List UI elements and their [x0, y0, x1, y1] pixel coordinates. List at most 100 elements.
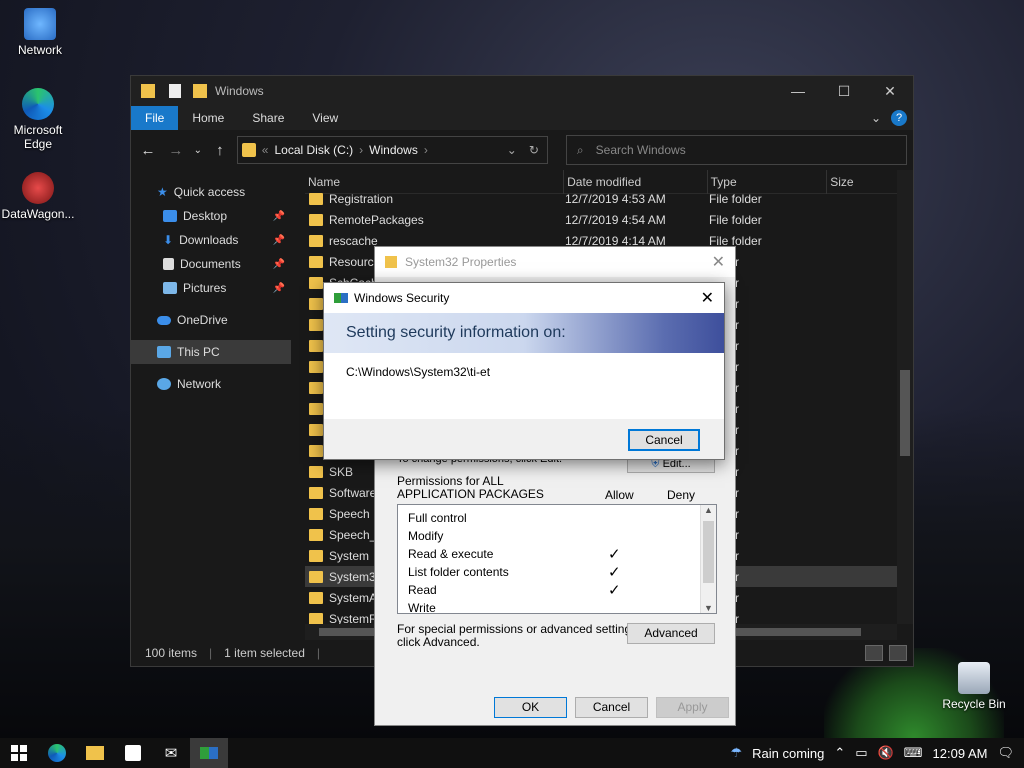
apply-button[interactable]: Apply — [656, 697, 729, 718]
taskbar-edge[interactable] — [38, 738, 76, 768]
breadcrumb-root[interactable]: Local Disk (C:) — [274, 143, 353, 157]
nav-item-network[interactable]: Network — [131, 372, 291, 396]
permission-row: Full control — [398, 509, 716, 527]
close-icon[interactable]: ✕ — [701, 288, 714, 308]
address-dropdown-icon[interactable]: ⌄ — [507, 143, 517, 157]
folder-icon — [309, 444, 323, 457]
back-button[interactable]: ← — [137, 142, 159, 159]
minimize-button[interactable]: — — [775, 76, 821, 106]
desktop-icon-datawagon[interactable]: DataWagon... — [0, 172, 76, 221]
column-date-modified[interactable]: Date modified — [564, 169, 708, 194]
item-count: 100 items — [145, 646, 198, 660]
recycle-bin-icon — [958, 662, 990, 694]
desktop-icon-edge[interactable]: Microsoft Edge — [0, 88, 76, 151]
permissions-scrollbar[interactable]: ▲ ▼ — [700, 505, 716, 613]
tab-share[interactable]: Share — [238, 106, 298, 130]
allow-check-icon: ✓ — [608, 546, 621, 563]
new-folder-icon[interactable] — [193, 84, 207, 98]
help-icon[interactable]: ? — [891, 110, 907, 126]
tab-view[interactable]: View — [298, 106, 352, 130]
navigation-bar: ← → ⌄ ↑ « Local Disk (C:) › Windows › ⌄ … — [131, 130, 913, 170]
pin-icon: 📌 — [272, 234, 285, 246]
nav-item-quick-access[interactable]: ★ Quick access — [131, 180, 291, 204]
details-view-button[interactable] — [865, 645, 883, 661]
security-titlebar[interactable]: Windows Security ✕ — [324, 283, 724, 313]
taskbar-mail[interactable]: ✉ — [152, 738, 190, 768]
column-name[interactable]: Name — [305, 169, 565, 194]
desktop-icon-network[interactable]: Network — [2, 8, 78, 57]
target-path: C:\Windows\System32\ti-et — [346, 365, 491, 379]
dialog-title: System32 Properties — [405, 255, 517, 269]
file-row[interactable]: RemotePackages 12/7/2019 4:54 AM File fold… — [305, 209, 897, 230]
security-app-icon — [200, 747, 218, 759]
taskbar-store[interactable] — [114, 738, 152, 768]
security-banner: Setting security information on: — [324, 313, 724, 353]
ok-button[interactable]: OK — [494, 697, 567, 718]
network-status-icon[interactable]: ▭ — [855, 745, 867, 761]
folder-icon — [309, 360, 323, 373]
recent-locations-button[interactable]: ⌄ — [193, 145, 203, 156]
desktop-icon — [163, 210, 177, 222]
chevron-up-icon[interactable]: ⌃ — [834, 745, 845, 761]
cancel-button[interactable]: Cancel — [575, 697, 648, 718]
folder-icon — [385, 256, 397, 268]
large-icons-view-button[interactable] — [889, 645, 907, 661]
breadcrumb-current[interactable]: Windows — [369, 143, 418, 157]
allow-check-icon: ✓ — [608, 582, 621, 599]
expand-ribbon-icon[interactable]: ⌄ — [871, 111, 881, 125]
keyboard-icon[interactable]: ⌨ — [904, 745, 923, 761]
column-size[interactable]: Size — [827, 170, 897, 194]
notification-icon[interactable]: 🗨 — [997, 745, 1014, 761]
clock[interactable]: 12:09 AM — [933, 746, 988, 761]
nav-item-downloads[interactable]: ⬇ Downloads 📌 — [131, 228, 291, 252]
nav-item-this-pc[interactable]: This PC — [131, 340, 291, 364]
security-body: C:\Windows\System32\ti-et — [324, 353, 724, 419]
permission-row: Modify — [398, 527, 716, 545]
taskbar-file-explorer[interactable] — [76, 738, 114, 768]
tab-file[interactable]: File — [131, 106, 179, 130]
desktop-icon-recycle-bin[interactable]: Recycle Bin — [936, 662, 1012, 711]
maximize-button[interactable]: ☐ — [821, 76, 867, 106]
advanced-button[interactable]: Advanced — [627, 623, 715, 644]
refresh-icon[interactable]: ↻ — [529, 143, 539, 157]
properties-icon[interactable] — [169, 84, 181, 98]
pin-icon: 📌 — [272, 282, 285, 294]
tab-home[interactable]: Home — [178, 106, 238, 130]
nav-item-documents[interactable]: Documents 📌 — [131, 252, 291, 276]
store-icon — [125, 745, 141, 761]
deny-column-header: Deny — [667, 488, 696, 502]
weather-text[interactable]: Rain coming — [752, 746, 824, 761]
address-bar[interactable]: « Local Disk (C:) › Windows › ⌄ ↻ — [236, 136, 548, 164]
network-icon — [24, 8, 56, 40]
file-row[interactable]: Registration 12/7/2019 4:53 AM File folder — [305, 188, 897, 209]
file-name: System — [329, 548, 370, 563]
permission-name: Read & execute — [408, 547, 494, 561]
close-button[interactable]: ✕ — [867, 76, 913, 106]
scroll-up-icon[interactable]: ▲ — [701, 505, 716, 515]
forward-button[interactable]: → — [165, 142, 187, 159]
start-button[interactable] — [0, 738, 38, 768]
window-title: Windows — [215, 84, 264, 98]
up-button[interactable]: ↑ — [209, 142, 231, 159]
scrollbar-thumb[interactable] — [900, 370, 910, 456]
permissions-list: Full control Modify Read & execute ✓ List fo… — [397, 504, 717, 614]
scroll-down-icon[interactable]: ▼ — [701, 603, 716, 613]
nav-item-desktop[interactable]: Desktop 📌 — [131, 204, 291, 228]
volume-muted-icon[interactable]: 🔇 — [878, 745, 894, 761]
taskbar-active-app[interactable] — [190, 738, 228, 768]
dialog-footer: OK Cancel Apply — [375, 689, 735, 725]
nav-item-onedrive[interactable]: OneDrive — [131, 308, 291, 332]
folder-icon — [241, 143, 256, 157]
close-icon[interactable]: ✕ — [712, 252, 725, 272]
security-cancel-button[interactable]: Cancel — [628, 429, 700, 451]
scrollbar-thumb[interactable] — [703, 521, 714, 583]
folder-icon — [309, 318, 323, 331]
search-input[interactable]: ⌕ Search Windows — [565, 135, 907, 165]
column-type[interactable]: Type — [708, 169, 828, 194]
explorer-titlebar[interactable]: Windows — ☐ ✕ — [131, 76, 913, 106]
permission-row: Read ✓ — [398, 581, 716, 599]
nav-item-pictures[interactable]: Pictures 📌 — [131, 276, 291, 300]
vertical-scrollbar[interactable] — [897, 170, 913, 624]
mail-icon: ✉ — [164, 745, 178, 762]
properties-titlebar[interactable]: System32 Properties ✕ — [375, 247, 735, 277]
